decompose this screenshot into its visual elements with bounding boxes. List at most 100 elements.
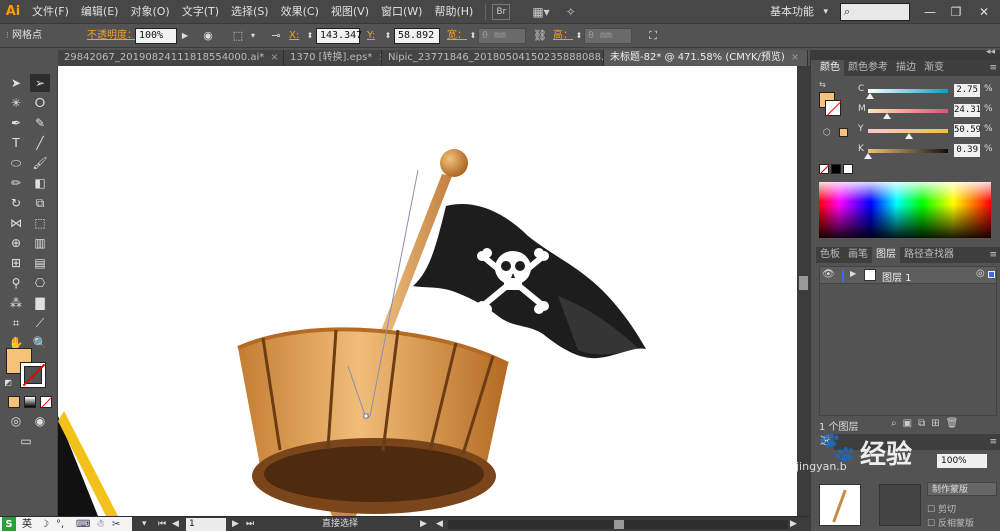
channel-track[interactable]: [868, 109, 948, 113]
locate-object-icon[interactable]: ⌕: [891, 418, 903, 429]
zoom-tool-icon[interactable]: 🔍: [30, 334, 50, 352]
hscroll-left-icon[interactable]: ◀: [436, 517, 443, 531]
maximize-button[interactable]: ❐: [944, 3, 968, 21]
invert-mask-checkbox[interactable]: ☐ 反相蒙版: [927, 516, 974, 529]
menu-effect[interactable]: 效果(C): [275, 0, 325, 24]
transform-icon[interactable]: ⛶: [645, 28, 661, 44]
hscroll-right-icon[interactable]: ▶: [790, 517, 797, 531]
ime-toolbar[interactable]: S 英 ☽ °, ⌨ ☃ ✂: [0, 517, 132, 531]
blend-tool-icon[interactable]: ⎔: [30, 274, 50, 292]
keyboard-icon[interactable]: ⌨: [76, 517, 90, 531]
opacity-dropdown-icon[interactable]: ▶: [177, 28, 193, 44]
hscroll-thumb[interactable]: [614, 520, 624, 529]
skin-icon[interactable]: ☃: [96, 517, 105, 531]
default-colors-icon[interactable]: ◩: [2, 374, 14, 392]
eyedropper-tool-icon[interactable]: ⚲: [6, 274, 26, 292]
free-transform-tool-icon[interactable]: ⬚: [30, 214, 50, 232]
close-button[interactable]: ✕: [972, 3, 996, 21]
make-mask-button[interactable]: 制作蒙版: [927, 482, 997, 496]
next-artboard-icon[interactable]: ▶: [232, 517, 239, 531]
artboard-number-input[interactable]: 1: [186, 518, 226, 531]
none-color-swatch[interactable]: [819, 164, 830, 175]
none-mode-icon[interactable]: [40, 396, 53, 409]
perspective-grid-tool-icon[interactable]: ▥: [30, 234, 50, 252]
anchor-convert-icon[interactable]: ⊸: [268, 28, 284, 44]
line-tool-icon[interactable]: ╱: [30, 134, 50, 152]
direct-selection-tool-icon[interactable]: ➢: [30, 74, 50, 92]
menu-type[interactable]: 文字(T): [176, 0, 225, 24]
panel-menu-icon[interactable]: ≡: [989, 60, 997, 76]
screen-mode-icon[interactable]: ▭: [16, 432, 36, 450]
menu-edit[interactable]: 编辑(E): [75, 0, 125, 24]
channel-thumb[interactable]: [864, 153, 872, 159]
workspace-switcher[interactable]: 基本功能: [770, 3, 830, 21]
panel-menu-icon[interactable]: ≡: [989, 434, 997, 450]
slice-tool-icon[interactable]: ⟋: [30, 314, 50, 332]
target-icon[interactable]: ◎: [976, 268, 985, 279]
new-layer-icon[interactable]: ⊞: [931, 418, 945, 429]
expand-layer-icon[interactable]: ▶: [850, 269, 856, 278]
scroll-thumb[interactable]: [799, 276, 808, 290]
menu-window[interactable]: 窗口(W): [375, 0, 428, 24]
tab-swatches[interactable]: 色板: [816, 247, 844, 263]
collapse-panels-icon[interactable]: ◂◂: [986, 47, 995, 57]
tab-brushes[interactable]: 画笔: [844, 247, 872, 263]
gradient-mode-icon[interactable]: [24, 396, 36, 408]
opacity-link[interactable]: 不透明度：: [87, 24, 137, 48]
opacity-input[interactable]: 100%: [135, 28, 177, 44]
out-of-gamut-icon[interactable]: ⬡: [823, 128, 831, 138]
punctuation-icon[interactable]: °,: [56, 517, 64, 531]
channel-track[interactable]: [868, 89, 948, 93]
gpu-performance-icon[interactable]: ✧: [562, 3, 580, 21]
x-input[interactable]: 143.347: [316, 28, 362, 44]
help-search-input[interactable]: ⌕: [840, 3, 910, 21]
artboard-tool-icon[interactable]: ⌗: [6, 314, 26, 332]
zoom-dropdown-icon[interactable]: ▾: [142, 517, 147, 531]
align-to-icon[interactable]: ⬚: [230, 28, 246, 44]
draw-mode-icon[interactable]: ◎: [6, 412, 26, 430]
slider-m[interactable]: M 24.31%: [858, 104, 998, 119]
color-spectrum[interactable]: [819, 182, 991, 238]
channel-track[interactable]: [868, 149, 948, 153]
ime-language[interactable]: 英: [22, 517, 32, 531]
channel-value-input[interactable]: 24.31: [954, 104, 981, 117]
vertical-scrollbar[interactable]: [797, 66, 810, 516]
channel-thumb[interactable]: [883, 113, 892, 119]
prev-artboard-icon[interactable]: ◀: [172, 517, 179, 531]
moon-icon[interactable]: ☽: [40, 517, 49, 531]
mesh-tool-icon[interactable]: ⊞: [6, 254, 26, 272]
column-graph-tool-icon[interactable]: ▇: [30, 294, 50, 312]
make-clip-mask-icon[interactable]: ▣: [903, 418, 918, 429]
bridge-icon[interactable]: Br: [492, 3, 511, 20]
swap-colors-icon[interactable]: ⇆: [819, 80, 829, 89]
scale-tool-icon[interactable]: ⧉: [30, 194, 50, 212]
tab-document-3[interactable]: Nipic_23771846_20180504150235888088.ai*×: [382, 50, 604, 66]
anchor-point[interactable]: [363, 413, 369, 419]
panel-stroke-swatch[interactable]: [825, 100, 842, 116]
tab-document-2[interactable]: 1370 [转换].eps*×: [284, 50, 382, 66]
black-color-swatch[interactable]: [831, 164, 841, 174]
gradient-tool-icon[interactable]: ▤: [30, 254, 50, 272]
settings-icon[interactable]: ✂: [112, 517, 120, 531]
constrain-proportions-icon[interactable]: ⛓: [532, 28, 548, 44]
lasso-tool-icon[interactable]: ⵔ: [30, 94, 50, 112]
pen-tool-icon[interactable]: ✒: [6, 114, 26, 132]
channel-value-input[interactable]: 2.75: [954, 84, 980, 97]
shape-builder-tool-icon[interactable]: ⊕: [6, 234, 26, 252]
magic-wand-tool-icon[interactable]: ✳: [6, 94, 26, 112]
slider-c[interactable]: C 2.75%: [858, 84, 998, 99]
ellipse-tool-icon[interactable]: ⬭: [6, 154, 26, 172]
symbol-sprayer-tool-icon[interactable]: ⁂: [6, 294, 26, 312]
horizontal-scrollbar[interactable]: [448, 520, 788, 529]
slider-k[interactable]: K 0.39%: [858, 144, 998, 159]
channel-value-input[interactable]: 50.59: [954, 124, 981, 137]
tab-color-guide[interactable]: 颜色参考: [844, 60, 892, 76]
delete-layer-icon[interactable]: 🗑: [946, 418, 965, 429]
white-color-swatch[interactable]: [843, 164, 853, 174]
close-tab-icon[interactable]: ×: [791, 52, 799, 63]
y-input[interactable]: 58.892: [394, 28, 440, 44]
tab-layers[interactable]: 图层: [872, 247, 900, 263]
draw-inside-icon[interactable]: ◉: [30, 412, 50, 430]
channel-thumb[interactable]: [866, 93, 875, 99]
artboard-canvas[interactable]: [58, 66, 797, 516]
